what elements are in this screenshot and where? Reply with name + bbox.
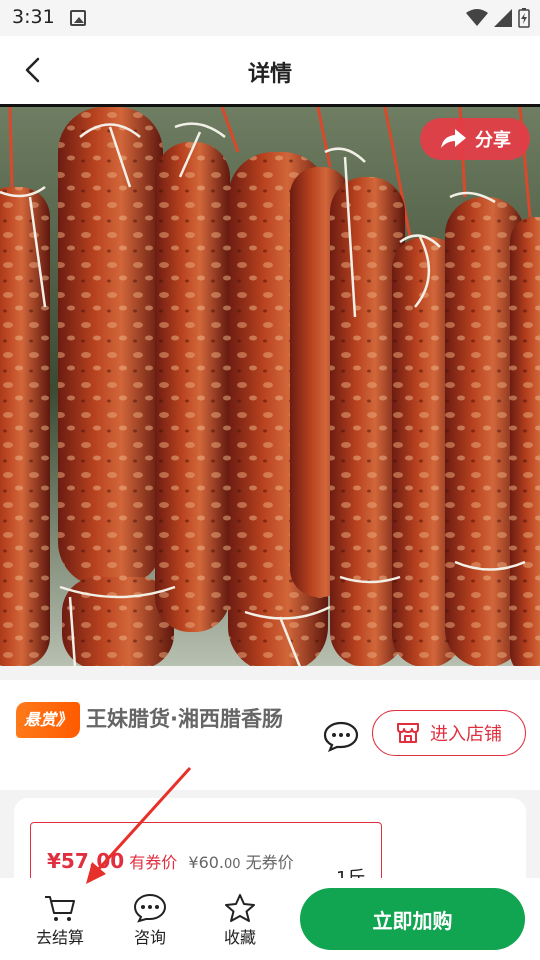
enter-store-label: 进入店铺 (430, 724, 502, 745)
original-price: ¥60.00 (188, 853, 241, 872)
favorite-button[interactable]: 收藏 (205, 892, 275, 948)
wifi-icon (466, 9, 488, 26)
coupon-price: ¥57.00 (47, 849, 125, 873)
product-title: 王妹腊货·湘西腊香肠 (86, 707, 283, 731)
consult-button[interactable]: 咨询 (115, 892, 185, 948)
enter-store-button[interactable]: 进入店铺 (372, 710, 526, 756)
product-info: 悬赏》 王妹腊货·湘西腊香肠 进入店铺 (0, 680, 540, 790)
favorite-label: 收藏 (223, 928, 256, 947)
product-image[interactable] (0, 104, 540, 666)
signal-icon (494, 9, 512, 27)
status-time: 3:31 (12, 6, 55, 28)
store-icon (397, 723, 419, 743)
price-line: ¥57.00 有券价 ¥60.00 无券价 (47, 849, 294, 873)
page-title: 详情 (247, 62, 292, 87)
coupon-price-label: 有券价 (129, 853, 178, 872)
reward-tag: 悬赏》 (16, 702, 81, 738)
share-arrow-icon (441, 129, 466, 148)
add-to-cart-button[interactable]: 立即加购 (300, 888, 525, 950)
chat-bubble-icon[interactable] (322, 720, 360, 752)
status-icons (466, 8, 530, 28)
status-bar: 3:31 (0, 0, 540, 36)
product-title-block: 悬赏》 王妹腊货·湘西腊香肠 (16, 702, 306, 738)
share-button[interactable]: 分享 (420, 118, 530, 160)
battery-icon (518, 8, 530, 28)
share-label: 分享 (475, 130, 511, 151)
bottom-action-bar: 去结算 咨询 收藏 立即加购 (0, 878, 540, 960)
consult-label: 咨询 (133, 928, 166, 947)
app-header: 详情 (0, 36, 540, 104)
star-icon (225, 894, 255, 922)
sausage-photo (0, 107, 540, 666)
checkout-label: 去结算 (35, 928, 84, 947)
original-price-label: 无券价 (245, 853, 294, 872)
cart-icon (45, 896, 75, 921)
image-notification-icon (70, 10, 86, 26)
product-detail-page: 3:31 详情 分享 悬赏》 王妹腊货·湘西腊香肠 进入店铺 ¥57.00 有券… (0, 0, 540, 960)
chat-icon (133, 893, 167, 923)
checkout-button[interactable]: 去结算 (25, 892, 95, 948)
